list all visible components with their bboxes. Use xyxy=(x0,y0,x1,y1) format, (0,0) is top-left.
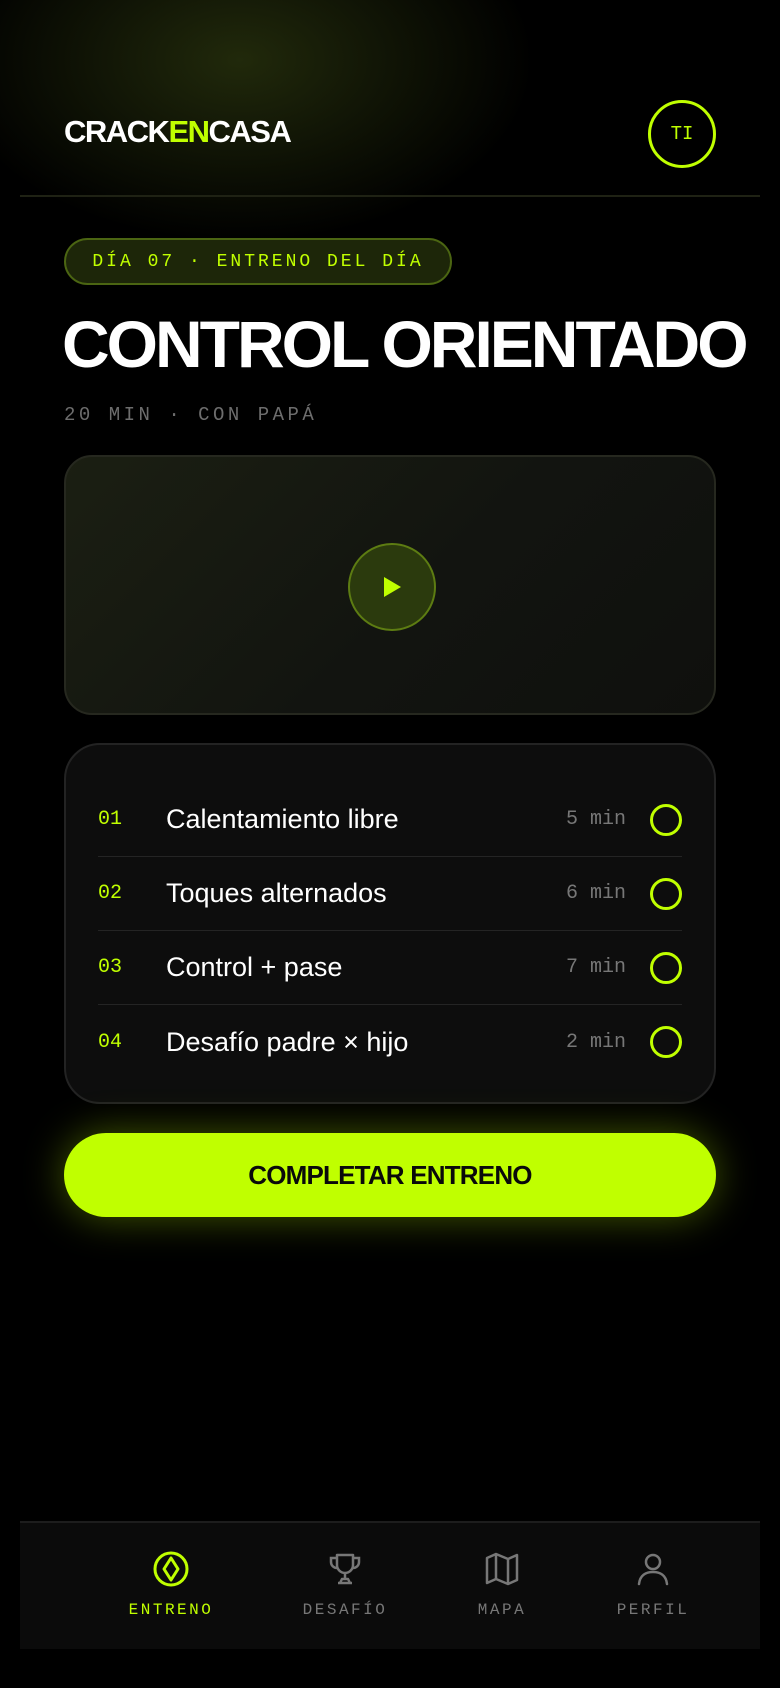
exercise-row[interactable]: 02 Toques alternados 6 min xyxy=(98,857,682,931)
complete-workout-button[interactable]: COMPLETAR ENTRENO xyxy=(64,1133,716,1217)
nav-label: DESAFÍO xyxy=(302,1601,388,1619)
session-meta: 20 MIN · CON PAPÁ xyxy=(64,404,318,426)
exercise-number: 02 xyxy=(98,882,123,905)
nav-label: ENTRENO xyxy=(128,1601,214,1619)
app-header: CRACKENCASA TI xyxy=(20,0,760,197)
bottom-nav: ENTRENO DESAFÍO MAPA PERFIL xyxy=(20,1521,760,1649)
exercise-row[interactable]: 03 Control + pase 7 min xyxy=(98,931,682,1005)
exercise-name: Toques alternados xyxy=(166,878,387,908)
diamond-target-icon xyxy=(153,1551,189,1587)
exercise-row[interactable]: 04 Desafío padre × hijo 2 min xyxy=(98,1005,682,1079)
exercise-name: Calentamiento libre xyxy=(166,804,399,834)
exercise-checkbox[interactable] xyxy=(650,951,682,984)
exercise-number: 04 xyxy=(98,1030,123,1054)
exercise-duration: 6 min xyxy=(565,882,626,905)
trophy-icon xyxy=(329,1553,361,1585)
map-icon xyxy=(485,1552,519,1586)
exercise-name: Desafío padre × hijo xyxy=(166,1026,409,1057)
app-logo[interactable]: CRACKENCASA xyxy=(64,114,292,150)
avatar[interactable]: TI xyxy=(648,100,716,168)
exercise-checkbox[interactable] xyxy=(650,1026,682,1058)
nav-item-perfil[interactable]: PERFIL xyxy=(593,1549,713,1629)
exercise-list: 01 Calentamiento libre 5 min 02 Toques a… xyxy=(64,743,716,1104)
page-title: CONTROL ORIENTADO xyxy=(62,307,749,381)
exercise-duration: 5 min xyxy=(565,808,626,831)
nav-item-desafio[interactable]: DESAFÍO xyxy=(285,1549,405,1629)
nav-item-entreno[interactable]: ENTRENO xyxy=(111,1549,231,1629)
exercise-checkbox[interactable] xyxy=(650,803,682,836)
exercise-checkbox[interactable] xyxy=(650,877,682,910)
nav-item-mapa[interactable]: MAPA xyxy=(442,1549,562,1629)
video-player[interactable] xyxy=(64,455,716,715)
exercise-row[interactable]: 01 Calentamiento libre 5 min xyxy=(98,783,682,857)
logo-part-casa: CASA xyxy=(208,114,292,149)
exercise-duration: 2 min xyxy=(565,1030,626,1054)
logo-part-en: EN xyxy=(168,114,210,149)
nav-label: PERFIL xyxy=(616,1601,690,1619)
exercise-number: 01 xyxy=(98,808,123,831)
nav-label: MAPA xyxy=(477,1601,527,1619)
play-button[interactable] xyxy=(348,543,436,631)
app-frame: CRACKENCASA TI DÍA 07 · ENTRENO DEL DÍA … xyxy=(20,0,760,1688)
exercise-number: 03 xyxy=(98,956,123,979)
exercise-name: Control + pase xyxy=(166,952,343,982)
day-badge: DÍA 07 · ENTRENO DEL DÍA xyxy=(64,238,452,285)
play-icon xyxy=(384,577,401,597)
logo-part-crack: CRACK xyxy=(64,114,170,149)
exercise-duration: 7 min xyxy=(565,956,626,979)
user-icon xyxy=(637,1553,669,1586)
